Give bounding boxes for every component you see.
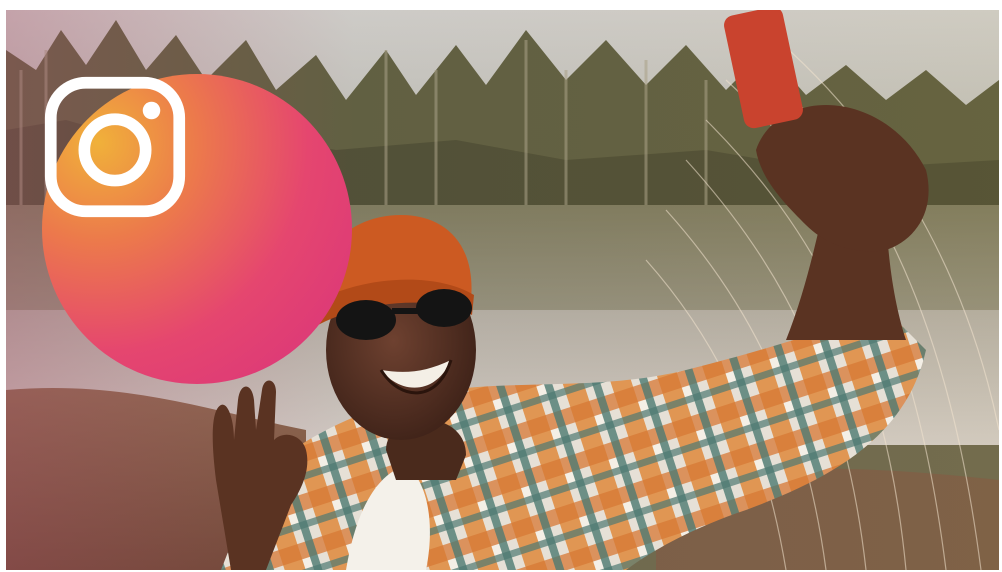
selfie-photo <box>6 10 999 570</box>
hero-banner <box>0 0 1002 572</box>
instagram-icon <box>44 76 186 218</box>
instagram-badge <box>42 74 352 384</box>
